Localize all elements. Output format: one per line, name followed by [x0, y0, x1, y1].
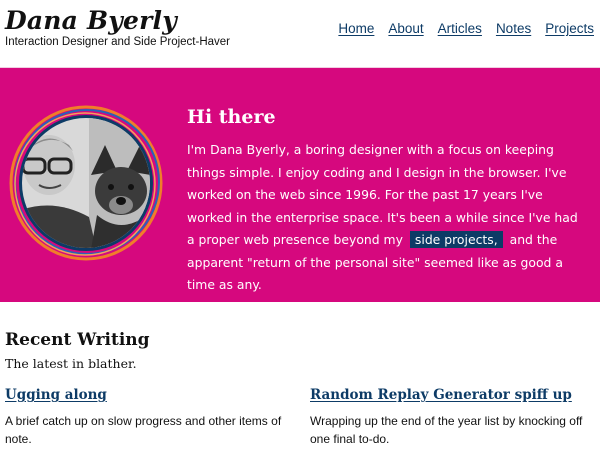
recent-writing-subtitle: The latest in blather.: [5, 356, 137, 371]
site-header: Dana Byerly Interaction Designer and Sid…: [0, 0, 600, 67]
post-excerpt: A brief catch up on slow progress and ot…: [5, 414, 282, 446]
side-projects-link[interactable]: side projects,: [409, 231, 503, 248]
post-title-link[interactable]: Ugging along: [5, 387, 107, 403]
nav-home-link[interactable]: Home: [338, 21, 374, 36]
post-title-link[interactable]: Random Replay Generator spiff up: [310, 387, 572, 403]
hero-intro: I'm Dana Byerly, a boring designer with …: [187, 139, 587, 297]
recent-writing-heading: Recent Writing: [5, 330, 150, 350]
post-card: Ugging along A brief catch up on slow pr…: [5, 386, 285, 448]
post-card: Random Replay Generator spiff up Wrappin…: [310, 386, 590, 448]
post-excerpt: Wrapping up the end of the year list by …: [310, 414, 583, 446]
nav-notes-link[interactable]: Notes: [496, 21, 531, 36]
site-title[interactable]: Dana Byerly: [5, 4, 177, 38]
nav-articles-link[interactable]: Articles: [438, 21, 482, 36]
hero-section: Hi there I'm Dana Byerly, a boring desig…: [0, 67, 600, 302]
nav-projects-link[interactable]: Projects: [545, 21, 594, 36]
portrait-with-dog-icon: [9, 105, 163, 261]
nav-about-link[interactable]: About: [388, 21, 423, 36]
site-tagline: Interaction Designer and Side Project-Ha…: [5, 36, 231, 48]
hero-heading: Hi there: [187, 106, 276, 128]
main-nav: Home About Articles Notes Projects: [338, 21, 594, 36]
avatar: [9, 105, 163, 261]
